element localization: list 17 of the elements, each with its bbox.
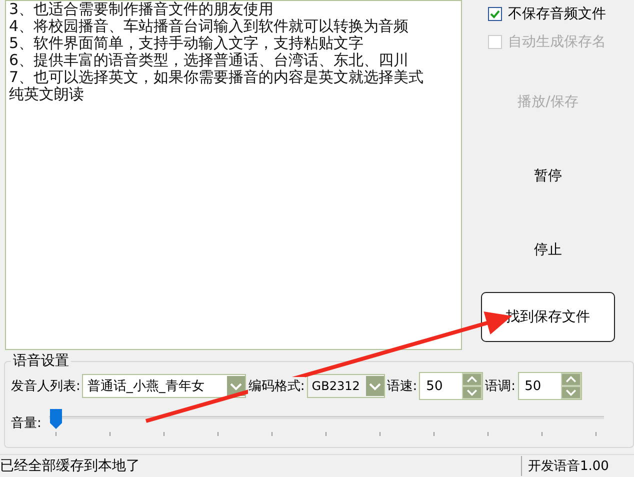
checkbox[interactable] [488,7,502,21]
chevron-down-icon [366,376,384,396]
field-label: 发音人列表: [11,377,80,395]
dropdown[interactable]: GB2312 [306,374,385,398]
field-label: 语速: [386,377,418,395]
version-label: 开发语音1.00 [521,456,634,476]
checkbox-label: 不保存音频文件 [508,5,606,23]
status-message: 已经全部缓存到本地了 [0,457,140,475]
checkbox-label: 自动生成保存名 [508,33,606,51]
field-label: 语调: [485,377,516,395]
slider-thumb[interactable] [49,408,64,430]
dropdown[interactable]: 普通话_小燕_青年女 [82,374,246,398]
group-title: 语音设置 [12,352,70,370]
action-button[interactable]: 停止 [488,222,608,278]
action-button[interactable]: 暂停 [488,148,608,204]
field-label: 编码格式: [248,377,305,395]
text-input-area[interactable]: 3、也适合需要制作播音文件的朋友使用 4、将校园播音、车站播音台词输入到软件就可以转换为音频 5、软件界面简单，支持手动输入文字，支持粘贴文字 6、提供丰富的语音类型，选择普通话、台湾话、东北、四川 7、也可以选择英文，如果你需要播音的内容是英文就选择美式纯英文朗读 [5,0,462,350]
